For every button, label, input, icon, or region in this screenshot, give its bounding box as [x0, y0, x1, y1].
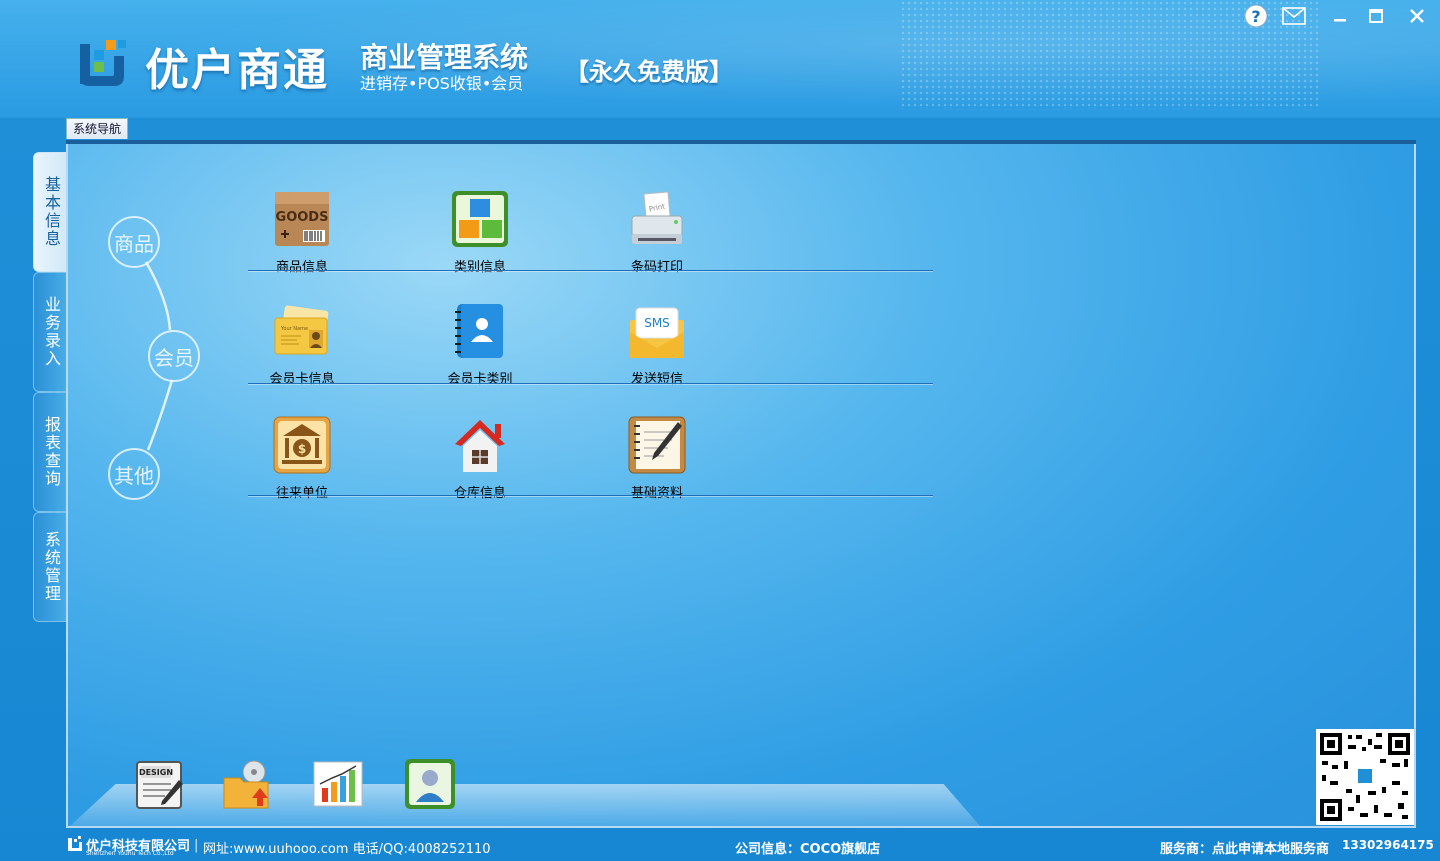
logo-icon: [80, 40, 126, 86]
address-book-icon: [455, 304, 503, 358]
footer-company-info: 公司信息：COCO旗舰店: [735, 842, 881, 857]
row-divider: [248, 495, 933, 496]
close-button[interactable]: [1403, 4, 1431, 28]
shelf-backup-button[interactable]: [222, 758, 274, 810]
shelf-report-button[interactable]: [312, 758, 364, 810]
item-label: 条码打印: [630, 260, 683, 275]
svg-text:$: $: [298, 442, 306, 456]
row-divider: [248, 383, 933, 384]
svg-text:SMS: SMS: [644, 316, 670, 330]
svg-text:DESIGN: DESIGN: [139, 768, 173, 777]
footer-company-en: Shenzhen Youhu Tech Co.,Ltd: [86, 850, 174, 857]
category-goods: 商品: [108, 216, 160, 268]
item-label: 类别信息: [453, 260, 506, 275]
category-member: 会员: [148, 330, 200, 382]
close-icon: [1410, 9, 1424, 23]
row-divider: [248, 270, 933, 271]
qr-code: [1316, 729, 1414, 825]
item-warehouse-info[interactable]: 仓库信息: [425, 416, 535, 501]
notepad-pen-icon: [628, 416, 686, 474]
svg-text:Your Name: Your Name: [280, 326, 308, 332]
goods-box-icon: GOODS: [275, 192, 329, 246]
item-member-card-type[interactable]: 会员卡类别: [425, 302, 535, 387]
shelf-design-button[interactable]: DESIGN: [133, 758, 185, 810]
user-avatar-icon: [405, 759, 455, 809]
bar-chart-icon: [313, 761, 363, 807]
design-clipboard-icon: DESIGN: [136, 761, 183, 809]
mail-button[interactable]: [1280, 4, 1308, 28]
item-label: 仓库信息: [453, 486, 506, 501]
member-card-icon: Your Name: [274, 305, 329, 355]
edition-label: 【永久免费版】: [565, 58, 733, 86]
bank-icon: $: [273, 416, 331, 474]
item-label: 会员卡信息: [269, 372, 335, 387]
quick-launch-shelf: [70, 784, 980, 826]
svg-text:GOODS: GOODS: [276, 210, 329, 225]
item-label: 商品信息: [275, 260, 328, 275]
side-tab-business-entry[interactable]: 业务录入: [33, 272, 68, 392]
help-button[interactable]: ?: [1242, 4, 1270, 28]
item-label: 发送短信: [630, 372, 683, 387]
mail-icon: [1282, 7, 1306, 25]
side-tab-basic-info[interactable]: 基本信息: [33, 152, 68, 272]
category-other: 其他: [108, 448, 160, 500]
minimize-button[interactable]: [1326, 4, 1354, 28]
qr-code-icon: [1320, 733, 1410, 821]
help-icon: ?: [1244, 4, 1268, 28]
item-goods-info[interactable]: GOODS 商品信息: [247, 190, 357, 275]
item-label: 会员卡类别: [447, 372, 513, 387]
minimize-icon: [1334, 19, 1346, 22]
house-icon: [455, 420, 505, 472]
brand-name: 优户商通: [145, 45, 329, 96]
status-bar: 优户科技有限公司 Shenzhen Youhu Tech Co.,Ltd | 网…: [0, 830, 1440, 861]
app-header: 优户商通 商业管理系统 进销存•POS收银•会员 【永久免费版】 ?: [0, 0, 1440, 118]
footer-service-provider-link[interactable]: 服务商：点此申请本地服务商: [1160, 838, 1329, 857]
printer-icon: Print: [631, 191, 683, 244]
system-nav-tab[interactable]: 系统导航: [66, 118, 128, 139]
side-tab-report-query[interactable]: 报表查询: [33, 392, 68, 512]
folder-upload-icon: [223, 760, 269, 809]
footer-phone: 13302964175: [1342, 838, 1434, 852]
item-label: 往来单位: [275, 486, 328, 501]
footer-separator: |: [194, 838, 199, 853]
maximize-icon: [1369, 9, 1383, 23]
panel-top-border: [66, 140, 1416, 144]
item-business-partner[interactable]: $ 往来单位: [247, 416, 357, 501]
item-send-sms[interactable]: SMS 发送短信: [602, 302, 712, 387]
svg-text:?: ?: [1251, 7, 1260, 26]
category-grid-icon: [452, 191, 508, 247]
item-basic-data[interactable]: 基础资料: [602, 416, 712, 501]
footer-website[interactable]: 网址:www.uuhooo.com 电话/QQ:4008252110: [203, 838, 491, 857]
system-subtitle: 进销存•POS收银•会员: [360, 74, 524, 93]
item-member-card-info[interactable]: Your Name 会员卡信息: [247, 302, 357, 387]
item-label: 基础资料: [630, 486, 683, 501]
footer-logo-icon: [68, 836, 82, 851]
item-barcode-print[interactable]: Print 条码打印: [602, 190, 712, 275]
maximize-button[interactable]: [1362, 4, 1390, 28]
shelf-user-button[interactable]: [404, 758, 456, 810]
sms-envelope-icon: SMS: [630, 307, 684, 358]
item-category-info[interactable]: 类别信息: [425, 190, 535, 275]
side-tab-system-manage[interactable]: 系统管理: [33, 512, 68, 622]
